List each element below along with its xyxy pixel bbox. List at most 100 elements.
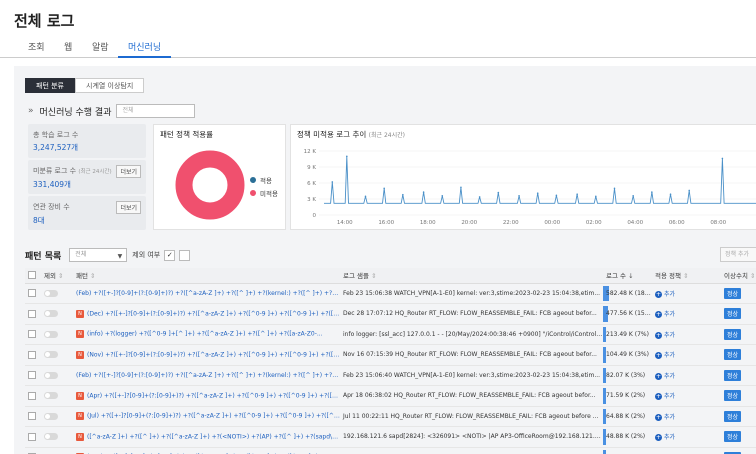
table-row[interactable]: N (Nov) +?([+-]?[0-9]+(?:[0-9]+)?) +?([^a… <box>25 344 756 366</box>
pattern-cell[interactable]: (Feb) +?([+-]?[0-9]+(?:[0-9]+)?) +?([^a-… <box>73 365 340 386</box>
count-cell: 104.49 K (3%) <box>603 344 652 366</box>
table-row[interactable]: N (Apr) +?([+-]?[0-9]+(?:[0-9]+)?) +?([^a… <box>25 385 756 407</box>
series-point <box>518 195 520 197</box>
chevron-right-icon[interactable]: » <box>28 106 34 116</box>
exclude-cell[interactable] <box>41 303 73 325</box>
exclude-toggle[interactable] <box>44 330 58 338</box>
select-all-checkbox[interactable] <box>28 271 36 280</box>
exclude-cell[interactable] <box>41 283 73 304</box>
exclude-cell[interactable] <box>41 447 73 454</box>
exclude-toggle[interactable] <box>44 433 58 441</box>
pattern-cell[interactable]: N (Apr) +?([+-]?[0-9]+(?:[0-9]+)?) +?([^a… <box>73 385 340 407</box>
row-checkbox[interactable] <box>28 289 36 298</box>
exclude-toggle[interactable] <box>44 351 58 359</box>
column-count[interactable]: 로그 수 ↓ <box>603 268 652 284</box>
more-button[interactable]: 더보기 <box>116 201 141 214</box>
add-policy-link[interactable]: + 추가 <box>655 290 675 298</box>
exclude-cell[interactable] <box>41 426 73 448</box>
column-sample[interactable]: 로그 샘플 ⇕ <box>340 268 603 284</box>
add-policy-link[interactable]: + 추가 <box>655 413 675 421</box>
row-checkbox[interactable] <box>28 371 36 380</box>
row-checkbox[interactable] <box>28 330 36 339</box>
pattern-cell[interactable]: N ([^a-zA-Z ]+) +?([^ ]+) +?([^a-zA-Z ]+)… <box>73 426 340 448</box>
exclude-toggle[interactable] <box>44 412 58 420</box>
pattern-filter-select[interactable]: 전체 ▼ <box>69 248 128 262</box>
pattern-text[interactable]: (Dec) +?([+-]?[0-9]+(?:[0-9]+)?) +?([^a-… <box>87 310 340 317</box>
stat-unclassified-sub: (최근 24시간) <box>78 169 112 175</box>
row-select-cell[interactable] <box>25 385 41 407</box>
pattern-cell[interactable]: N(Mar) +?([+-]?[0-9]+(?:[0-9]+)?) +?([^a… <box>73 447 340 454</box>
tab-machine-learning[interactable]: 머신러닝 <box>118 40 172 58</box>
table-row[interactable]: (Feb) +?([+-]?[0-9]+(?:[0-9]+)?) +?([^a-… <box>25 365 756 386</box>
x-tick-label: 16:00 <box>378 220 394 226</box>
more-button[interactable]: 더보기 <box>116 165 141 178</box>
exclude-cell[interactable] <box>41 344 73 366</box>
row-select-cell[interactable] <box>25 447 41 454</box>
ml-filter-input[interactable]: 전체 <box>116 104 196 118</box>
row-select-cell[interactable] <box>25 283 41 304</box>
column-policy[interactable]: 적용 정책 ⇕ <box>652 268 721 284</box>
pattern-cell[interactable]: N (Dec) +?([+-]?[0-9]+(?:[0-9]+)?) +?([^a… <box>73 303 340 325</box>
column-exclude[interactable]: 제외 ⇕ <box>41 268 73 284</box>
tab-alarm[interactable]: 알람 <box>92 40 109 58</box>
add-policy-link[interactable]: + 추가 <box>655 311 675 319</box>
pattern-text[interactable]: (Feb) +?([+-]?[0-9]+(?:[0-9]+)?) +?([^a-… <box>76 290 340 297</box>
add-policy-link[interactable]: + 추가 <box>655 393 675 401</box>
add-policy-link[interactable]: + 추가 <box>655 331 675 339</box>
exclude-toggle[interactable] <box>44 289 58 297</box>
stat-unclassified-value: 331,409개 <box>33 180 71 189</box>
exclude-checked-checkbox[interactable]: ✓ <box>164 249 176 261</box>
subtab-pattern-classification[interactable]: 패턴 분류 <box>25 78 75 93</box>
row-select-cell[interactable] <box>25 406 41 427</box>
exclude-toggle[interactable] <box>44 371 58 379</box>
row-checkbox[interactable] <box>28 432 36 441</box>
subtab-timeseries-anomaly[interactable]: 시계열 이상탐지 <box>75 78 145 93</box>
row-select-cell[interactable] <box>25 303 41 325</box>
pattern-text[interactable]: (Feb) +?([+-]?[0-9]+(?:[0-9]+)?) +?([^a-… <box>76 372 340 379</box>
row-checkbox[interactable] <box>28 412 36 421</box>
pattern-cell[interactable]: N (Jul) +?([+-]?[0-9]+(?:[0-9]+)?) +?([^a… <box>73 406 340 427</box>
exclude-cell[interactable] <box>41 324 73 345</box>
column-anomaly[interactable]: 이상수치 ⇕ <box>721 268 756 284</box>
table-row[interactable]: N (Jul) +?([+-]?[0-9]+(?:[0-9]+)?) +?([^a… <box>25 406 756 427</box>
exclude-cell[interactable] <box>41 385 73 407</box>
row-checkbox[interactable] <box>28 391 36 400</box>
row-select-cell[interactable] <box>25 365 41 386</box>
pattern-cell[interactable]: (Feb) +?([+-]?[0-9]+(?:[0-9]+)?) +?([^a-… <box>73 283 340 304</box>
table-header-row: 제외 ⇕ 패턴 ⇕ 로그 샘플 ⇕ 로그 수 ↓ 적용 정책 ⇕ 이상수치 ⇕ <box>25 268 756 284</box>
row-checkbox[interactable] <box>28 350 36 359</box>
exclude-toggle[interactable] <box>44 392 58 400</box>
select-all-header[interactable] <box>25 268 41 284</box>
table-row[interactable]: (Feb) +?([+-]?[0-9]+(?:[0-9]+)?) +?([^a-… <box>25 283 756 304</box>
count-text: 82.07 K (3%) <box>606 371 646 379</box>
row-select-cell[interactable] <box>25 344 41 366</box>
column-pattern[interactable]: 패턴 ⇕ <box>73 268 340 284</box>
pattern-cell[interactable]: N (info) +?(logger) +?([^0-9 ]+[^ ]+) +?(… <box>73 324 340 345</box>
row-checkbox[interactable] <box>28 309 36 318</box>
exclude-cell[interactable] <box>41 365 73 386</box>
exclude-cell[interactable] <box>41 406 73 427</box>
table-row[interactable]: N (info) +?(logger) +?([^0-9 ]+[^ ]+) +?(… <box>25 324 756 345</box>
pattern-text[interactable]: (Nov) +?([+-]?[0-9]+(?:[0-9]+)?) +?([^a-… <box>87 351 340 358</box>
x-tick-label: 18:00 <box>420 220 436 226</box>
row-select-cell[interactable] <box>25 324 41 345</box>
exclude-toggle[interactable] <box>44 310 58 318</box>
table-row[interactable]: N ([^a-zA-Z ]+) +?([^ ]+) +?([^a-zA-Z ]+)… <box>25 426 756 448</box>
pattern-text[interactable]: (Jul) +?([+-]?[0-9]+(?:[0-9]+)?) +?([^a-… <box>87 413 340 420</box>
new-badge: N <box>76 330 84 339</box>
add-policy-link[interactable]: + 추가 <box>655 372 675 380</box>
add-policy-link[interactable]: + 추가 <box>655 352 675 360</box>
add-policy-link[interactable]: + 추가 <box>655 434 675 442</box>
add-policy-button[interactable]: 정책 추가 <box>720 247 756 262</box>
pattern-text[interactable]: (Apr) +?([+-]?[0-9]+(?:[0-9]+)?) +?([^a-… <box>87 392 340 399</box>
pattern-cell[interactable]: N (Nov) +?([+-]?[0-9]+(?:[0-9]+)?) +?([^a… <box>73 344 340 366</box>
table-row[interactable]: N (Dec) +?([+-]?[0-9]+(?:[0-9]+)?) +?([^a… <box>25 303 756 325</box>
row-select-cell[interactable] <box>25 426 41 448</box>
new-badge: N <box>76 412 84 421</box>
tab-query[interactable]: 조회 <box>28 40 45 58</box>
pattern-text[interactable]: ([^a-zA-Z ]+) +?([^ ]+) +?([^a-zA-Z ]+) … <box>87 433 340 440</box>
pattern-text[interactable]: (info) +?(logger) +?([^0-9 ]+[^ ]+) +?([… <box>87 331 323 338</box>
exclude-unchecked-checkbox[interactable] <box>179 249 191 261</box>
table-row[interactable]: N(Mar) +?([+-]?[0-9]+(?:[0-9]+)?) +?([^a… <box>25 447 756 454</box>
tab-web[interactable]: 웹 <box>64 40 72 58</box>
